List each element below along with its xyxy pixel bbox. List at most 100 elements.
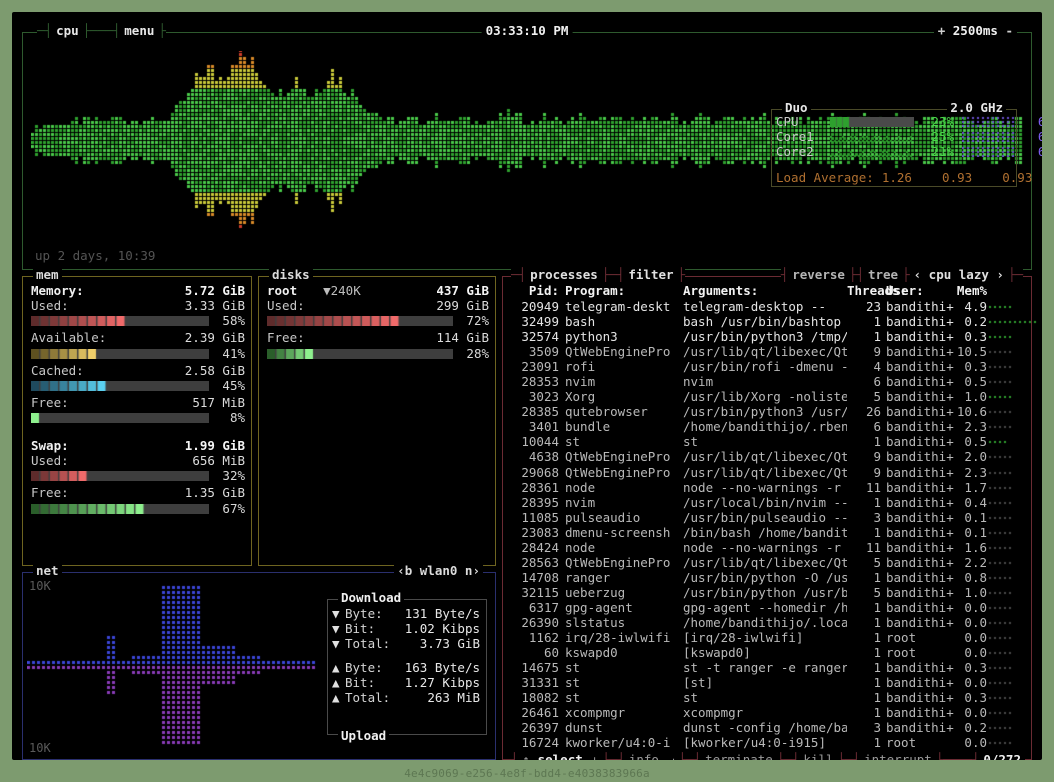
cell-mem: 1.6 bbox=[955, 540, 987, 555]
table-row[interactable]: 6317gpg-agentgpg-agent --homedir /ho1ban… bbox=[507, 600, 1027, 615]
kill-action[interactable]: kill bbox=[799, 753, 837, 760]
terminate-action[interactable]: terminate bbox=[701, 753, 777, 760]
table-row[interactable]: 1162irq/28-iwlwifi[irq/28-iwlwifi]1root0… bbox=[507, 630, 1027, 645]
table-row[interactable]: 3401bundle/home/bandithijo/.rbenv6bandit… bbox=[507, 419, 1027, 434]
disk-used-meter bbox=[267, 316, 453, 326]
column-header-program[interactable]: Program: bbox=[559, 283, 683, 298]
cell-mem: 10.5 bbox=[955, 344, 987, 359]
cell-user: bandithi+ bbox=[881, 510, 955, 525]
update-interval[interactable]: + 2500ms - bbox=[934, 24, 1017, 38]
tab-processes[interactable]: processes bbox=[526, 268, 602, 282]
toggle-reverse[interactable]: reverse bbox=[788, 268, 849, 282]
table-row[interactable]: 4638QtWebEnginePro/usr/lib/qt/libexec/Qt… bbox=[507, 449, 1027, 464]
tab-filter[interactable]: filter bbox=[624, 268, 677, 282]
cell-arguments: /usr/bin/python3 /usr/b bbox=[683, 404, 847, 419]
table-row[interactable]: 14708ranger/usr/bin/python -O /usr1bandi… bbox=[507, 570, 1027, 585]
table-row[interactable]: 31331st[st]1bandithi+0.00.0 bbox=[507, 675, 1027, 690]
table-row[interactable]: 26390slstatus/home/bandithijo/.local1ban… bbox=[507, 615, 1027, 630]
network-box-title[interactable]: net bbox=[33, 564, 62, 578]
select-up-arrow-icon[interactable]: ↑ bbox=[518, 753, 534, 760]
table-row[interactable]: 3023Xorg/usr/lib/Xorg -nolisten5bandithi… bbox=[507, 389, 1027, 404]
table-row[interactable]: 20949telegram-deskttelegram-desktop --23… bbox=[507, 299, 1027, 314]
table-row[interactable]: 29068QtWebEnginePro/usr/lib/qt/libexec/Q… bbox=[507, 465, 1027, 480]
table-row[interactable]: 3509QtWebEnginePro/usr/lib/qt/libexec/Qt… bbox=[507, 344, 1027, 359]
table-row[interactable]: 28361nodenode --no-warnings -r /11bandit… bbox=[507, 480, 1027, 495]
cell-arguments: telegram-desktop -- bbox=[683, 299, 847, 314]
info-action[interactable]: info bbox=[625, 753, 663, 760]
table-row[interactable]: 18082stst1bandithi+0.30.0 bbox=[507, 690, 1027, 705]
table-row[interactable]: 16724kworker/u4:0-i[kworker/u4:0-i915]1r… bbox=[507, 735, 1027, 750]
memory-total-value: 5.72 GiB bbox=[185, 283, 245, 298]
cell-arguments: bash /usr/bin/bashtop bbox=[683, 314, 847, 329]
table-row[interactable]: 11085pulseaudio/usr/bin/pulseaudio --s3b… bbox=[507, 510, 1027, 525]
cell-arguments: [kworker/u4:0-i915] bbox=[683, 735, 847, 750]
column-header-arguments[interactable]: Arguments: bbox=[683, 283, 847, 298]
memory-free-label: Free: bbox=[31, 395, 69, 410]
select-down-arrow-icon[interactable]: ↓ bbox=[587, 753, 603, 760]
toggle-tree[interactable]: tree bbox=[864, 268, 902, 282]
disks-box-title[interactable]: disks bbox=[269, 268, 313, 282]
memory-box-title[interactable]: mem bbox=[33, 268, 62, 282]
table-row[interactable]: 32499bashbash /usr/bin/bashtop1bandithi+… bbox=[507, 314, 1027, 329]
cell-user: bandithi+ bbox=[881, 570, 955, 585]
table-row[interactable]: 32115ueberzug/usr/bin/python /usr/bi5ban… bbox=[507, 585, 1027, 600]
cell-pid: 16724 bbox=[507, 735, 559, 750]
cell-user: bandithi+ bbox=[881, 389, 955, 404]
cell-cpu-sparkline bbox=[987, 720, 1039, 735]
table-row[interactable]: 26461xcompmgrxcompmgr1bandithi+0.00.2 bbox=[507, 705, 1027, 720]
cell-pid: 1162 bbox=[507, 630, 559, 645]
select-action[interactable]: select bbox=[534, 753, 587, 760]
network-interface-selector[interactable]: ‹b wlan0 n› bbox=[394, 564, 483, 578]
column-header-threads[interactable]: Threads: bbox=[847, 283, 881, 298]
cell-threads: 3 bbox=[847, 720, 881, 735]
cell-program: xcompmgr bbox=[559, 705, 683, 720]
cell-user: bandithi+ bbox=[881, 555, 955, 570]
interrupt-action[interactable]: interrupt bbox=[860, 753, 936, 760]
core2-label: Core2 bbox=[776, 144, 830, 159]
interval-decrease[interactable]: - bbox=[1005, 23, 1013, 38]
table-row[interactable]: 14675stst -t ranger -e ranger1bandithi+0… bbox=[507, 660, 1027, 675]
swap-free-meter bbox=[31, 504, 209, 514]
table-row[interactable]: 23091rofi/usr/bin/rofi -dmenu -i4bandith… bbox=[507, 359, 1027, 374]
cell-program: slstatus bbox=[559, 615, 683, 630]
table-row[interactable]: 28563QtWebEnginePro/usr/lib/qt/libexec/Q… bbox=[507, 555, 1027, 570]
down-arrow-icon: ▼ bbox=[332, 606, 345, 621]
table-row[interactable]: 10044stst1bandithi+0.50.4 bbox=[507, 434, 1027, 449]
table-row[interactable]: 60kswapd0[kswapd0]1root0.00.0 bbox=[507, 645, 1027, 660]
table-row[interactable]: 28385qutebrowser/usr/bin/python3 /usr/b2… bbox=[507, 404, 1027, 419]
column-header-mem[interactable]: Mem% bbox=[955, 283, 987, 298]
cell-pid: 28353 bbox=[507, 374, 559, 389]
network-box: net ‹b wlan0 n› 10K 10K Download Upload … bbox=[22, 572, 496, 760]
interval-increase[interactable]: + bbox=[938, 23, 946, 38]
download-total-value: 3.73 GiB bbox=[420, 636, 480, 651]
disk-free-label: Free: bbox=[267, 330, 305, 345]
upload-byte-value: 163 Byte/s bbox=[405, 660, 480, 675]
upload-bit-value: 1.27 Kibps bbox=[405, 675, 480, 690]
table-row[interactable]: 23083dmenu-screensh/bin/bash /home/bandi… bbox=[507, 525, 1027, 540]
table-row[interactable]: 28424nodenode --no-warnings -r /11bandit… bbox=[507, 540, 1027, 555]
column-header-pid[interactable]: Pid: bbox=[507, 283, 559, 298]
cell-mem: 0.2 bbox=[955, 314, 987, 329]
sort-selector[interactable]: ‹ cpu lazy › bbox=[910, 268, 1008, 282]
cell-mem: 1.7 bbox=[955, 480, 987, 495]
table-row[interactable]: 28353nvimnvim6bandithi+0.50.0 bbox=[507, 374, 1027, 389]
cell-mem: 2.0 bbox=[955, 449, 987, 464]
cell-arguments: /usr/bin/python3 /tmp/r bbox=[683, 329, 847, 344]
table-row[interactable]: 26397dunstdunst -config /home/ban3bandit… bbox=[507, 720, 1027, 735]
disk-used-row: Used: 299 GiB bbox=[267, 298, 489, 313]
processes-table-body[interactable]: 20949telegram-deskttelegram-desktop --23… bbox=[507, 299, 1027, 743]
cell-threads: 3 bbox=[847, 510, 881, 525]
cell-mem: 0.0 bbox=[955, 645, 987, 660]
table-row[interactable]: 28395nvim/usr/local/bin/nvim --e1bandith… bbox=[507, 495, 1027, 510]
column-header-cpu[interactable]: ▼Cpu% bbox=[1039, 283, 1042, 298]
column-header-user[interactable]: User: bbox=[881, 283, 955, 298]
table-row[interactable]: 32574python3/usr/bin/python3 /tmp/r1band… bbox=[507, 329, 1027, 344]
tab-menu[interactable]: menu bbox=[120, 24, 158, 38]
cell-threads: 1 bbox=[847, 600, 881, 615]
cell-threads: 5 bbox=[847, 585, 881, 600]
cell-threads: 1 bbox=[847, 690, 881, 705]
processes-footer: ─┤ ↑ select ↓ ├─┤ info ↵ ├─┤ terminate ├… bbox=[503, 753, 1031, 760]
swap-free-meter-row: 67% bbox=[31, 502, 245, 516]
cell-mem: 0.3 bbox=[955, 359, 987, 374]
tab-cpu[interactable]: cpu bbox=[52, 24, 83, 38]
